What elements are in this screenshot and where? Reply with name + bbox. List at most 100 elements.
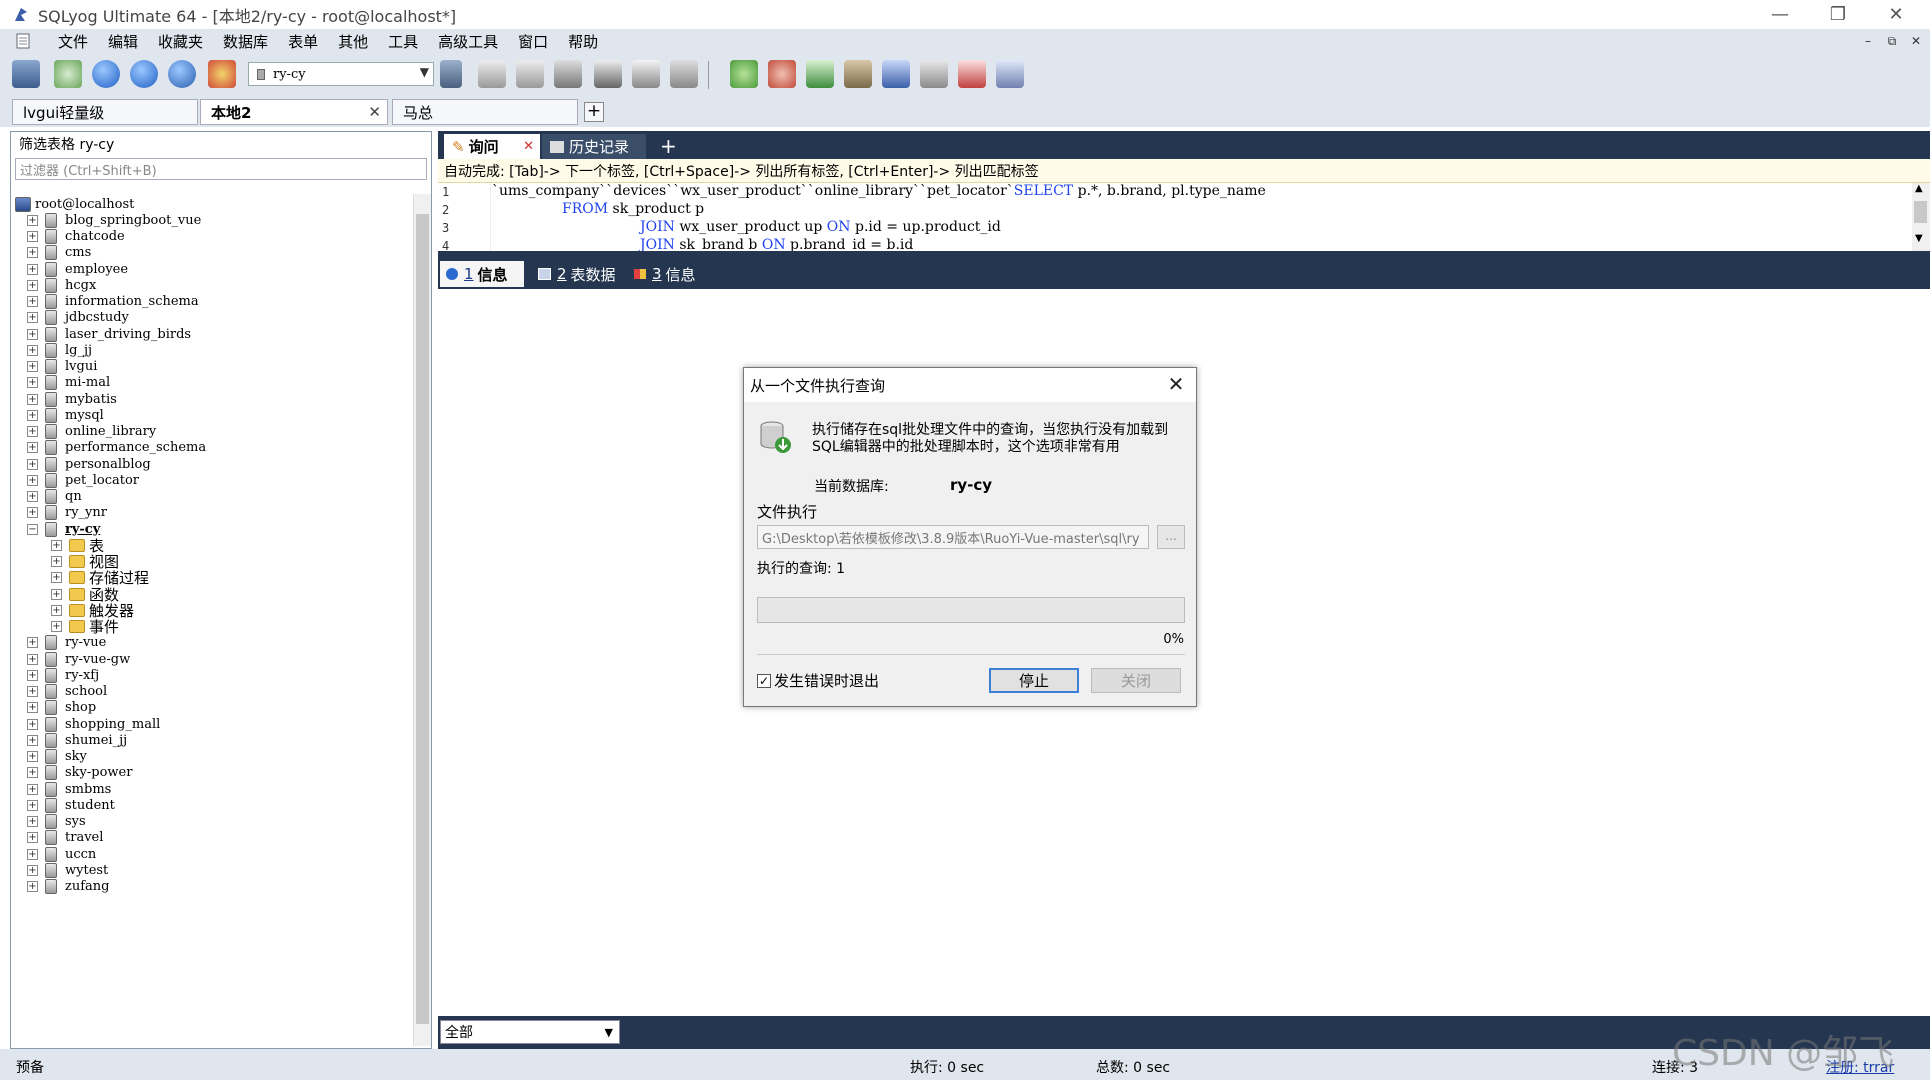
add-query-tab-button[interactable]: + xyxy=(660,134,677,158)
expand-icon[interactable]: + xyxy=(27,653,38,665)
expand-icon[interactable]: + xyxy=(27,491,38,502)
copy-database-icon[interactable] xyxy=(806,60,834,88)
import-icon[interactable] xyxy=(844,60,872,88)
restore-button[interactable]: ❐ xyxy=(1810,0,1866,29)
menu-file[interactable]: 文件 xyxy=(48,31,98,52)
expand-icon[interactable]: + xyxy=(27,312,38,324)
refresh-icon[interactable] xyxy=(208,60,236,88)
editor-scrollbar[interactable]: ▲ ▼ xyxy=(1912,183,1930,251)
expand-icon[interactable]: + xyxy=(27,458,38,470)
expand-icon[interactable]: + xyxy=(27,361,38,372)
expand-icon[interactable]: + xyxy=(27,848,38,860)
execute-query-icon[interactable] xyxy=(92,60,120,88)
designer-icon[interactable] xyxy=(996,60,1024,88)
expand-icon[interactable]: + xyxy=(27,686,38,697)
tree-database[interactable]: + zufang xyxy=(11,877,411,897)
menu-help[interactable]: 帮助 xyxy=(558,31,608,52)
browse-button[interactable]: ... xyxy=(1157,525,1185,549)
expand-icon[interactable]: + xyxy=(27,393,38,405)
collapse-icon[interactable]: − xyxy=(27,523,38,535)
expand-icon[interactable]: + xyxy=(51,556,62,567)
close-icon[interactable]: ✕ xyxy=(368,103,381,121)
expand-icon[interactable]: + xyxy=(27,442,38,454)
tab-result-info[interactable]: 1 信息 xyxy=(440,261,524,287)
structure-icon[interactable] xyxy=(670,60,698,88)
minimize-button[interactable]: — xyxy=(1752,0,1808,29)
expand-icon[interactable]: + xyxy=(27,247,38,259)
document-icon[interactable] xyxy=(14,32,32,50)
expand-icon[interactable]: + xyxy=(27,702,38,714)
menu-tools[interactable]: 工具 xyxy=(378,31,428,52)
expand-icon[interactable]: + xyxy=(27,718,38,730)
result-scope-select[interactable]: 全部 ▼ xyxy=(440,1020,620,1044)
user-manager-icon[interactable] xyxy=(440,60,462,88)
expand-icon[interactable]: + xyxy=(27,767,38,779)
expand-icon[interactable]: + xyxy=(27,734,38,746)
expand-icon[interactable]: + xyxy=(27,637,38,649)
new-connection-icon[interactable] xyxy=(12,60,40,88)
menu-favorites[interactable]: 收藏夹 xyxy=(148,31,213,52)
tab-connection-lvgui[interactable]: lvgui轻量级 xyxy=(12,99,198,125)
expand-icon[interactable]: + xyxy=(27,507,38,519)
expand-icon[interactable]: + xyxy=(27,881,38,892)
menu-database[interactable]: 数据库 xyxy=(213,31,278,52)
expand-icon[interactable]: + xyxy=(27,751,38,762)
expand-icon[interactable]: + xyxy=(27,474,38,486)
calendar-icon[interactable] xyxy=(958,60,986,88)
checkbox-box[interactable]: ✓ xyxy=(757,673,771,688)
expand-icon[interactable]: + xyxy=(27,426,38,437)
expand-icon[interactable]: + xyxy=(27,799,38,811)
new-query-icon[interactable] xyxy=(54,60,82,88)
file-path-input[interactable]: G:\Desktop\若依模板修改\3.8.9版本\RuoYi-Vue-mast… xyxy=(757,525,1149,549)
database-select[interactable]: ry-cy ▼ xyxy=(248,62,434,86)
expand-icon[interactable]: + xyxy=(27,816,38,827)
tab-connection-local2[interactable]: 本地2 ✕ xyxy=(200,99,388,125)
mdi-close-button[interactable]: ✕ xyxy=(1908,33,1924,49)
restore-icon[interactable] xyxy=(516,60,544,88)
add-connection-button[interactable]: + xyxy=(584,102,604,122)
expand-icon[interactable]: + xyxy=(27,279,38,291)
scheduled-jobs-icon[interactable] xyxy=(920,60,948,88)
expand-icon[interactable]: + xyxy=(27,409,38,421)
expand-icon[interactable]: + xyxy=(27,214,38,226)
expand-icon[interactable]: + xyxy=(27,296,38,307)
menu-window[interactable]: 窗口 xyxy=(508,31,558,52)
tab-result-info-3[interactable]: 3 信息 xyxy=(628,261,708,287)
menu-edit[interactable]: 编辑 xyxy=(98,31,148,52)
execute-all-icon[interactable] xyxy=(130,60,158,88)
expand-icon[interactable]: + xyxy=(27,377,38,389)
mdi-minimize-button[interactable]: – xyxy=(1860,33,1876,49)
execute-edit-icon[interactable] xyxy=(168,60,196,88)
close-icon[interactable]: ✕ xyxy=(1164,372,1188,396)
expand-icon[interactable]: + xyxy=(51,588,62,600)
expand-icon[interactable]: + xyxy=(51,604,62,616)
sql-editor[interactable]: 1 2 3 4 `ums_company``devices``wx_user_p… xyxy=(438,183,1930,251)
close-dialog-button[interactable]: 关闭 xyxy=(1091,668,1181,693)
export-icon[interactable] xyxy=(554,60,582,88)
mdi-restore-button[interactable]: ⧉ xyxy=(1884,33,1900,49)
expand-icon[interactable]: + xyxy=(27,328,38,340)
tab-connection-mazong[interactable]: 马总 xyxy=(392,99,578,125)
menu-other[interactable]: 其他 xyxy=(328,31,378,52)
menu-table[interactable]: 表单 xyxy=(278,31,328,52)
expand-icon[interactable]: + xyxy=(27,783,38,795)
expand-icon[interactable]: + xyxy=(27,231,38,242)
expand-icon[interactable]: + xyxy=(51,572,62,584)
close-icon[interactable]: ✕ xyxy=(523,139,534,154)
expand-icon[interactable]: + xyxy=(27,344,38,356)
close-button[interactable]: ✕ xyxy=(1868,0,1924,29)
menu-advanced-tools[interactable]: 高级工具 xyxy=(428,31,508,52)
expand-icon[interactable]: + xyxy=(51,539,62,551)
tab-result-table-data[interactable]: 2 表数据 xyxy=(532,261,618,287)
query-builder-icon[interactable] xyxy=(882,60,910,88)
expand-icon[interactable]: + xyxy=(27,832,38,844)
table-data-icon[interactable] xyxy=(594,60,622,88)
backup-icon[interactable] xyxy=(478,60,506,88)
schema-icon[interactable] xyxy=(632,60,660,88)
tab-history[interactable]: 历史记录 xyxy=(542,134,646,159)
tab-query[interactable]: ✎ 询问 ✕ xyxy=(444,134,540,159)
filter-input[interactable]: 过滤器 (Ctrl+Shift+B) xyxy=(15,158,427,180)
expand-icon[interactable]: + xyxy=(27,669,38,681)
stop-button[interactable]: 停止 xyxy=(989,668,1079,693)
exit-on-error-checkbox[interactable]: ✓ 发生错误时退出 xyxy=(757,670,879,691)
